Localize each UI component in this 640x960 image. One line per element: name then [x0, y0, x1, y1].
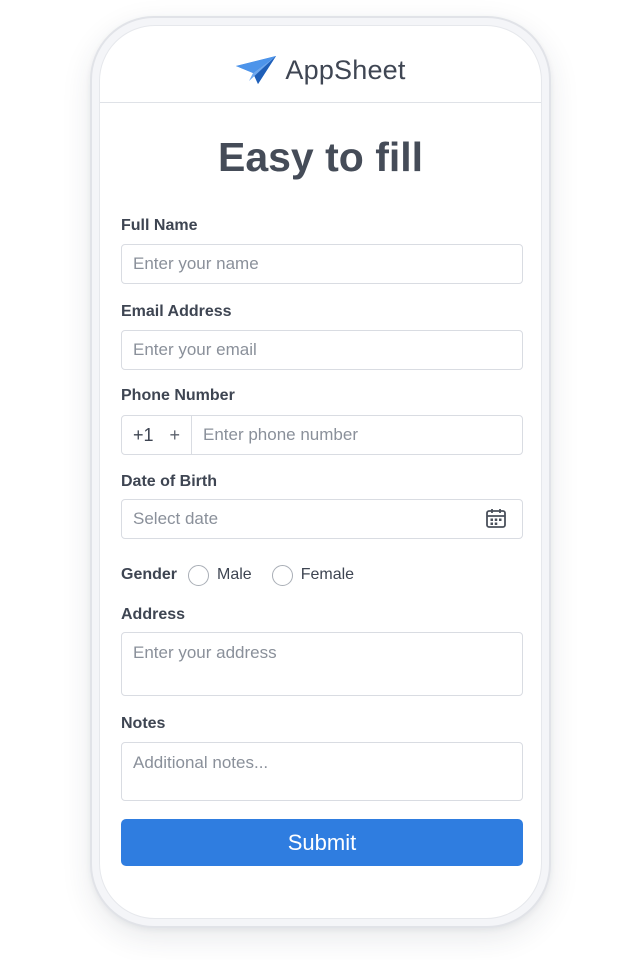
- email-label: Email Address: [121, 303, 232, 320]
- gender-label: Gender: [121, 566, 178, 583]
- gender-female-label[interactable]: Female: [301, 566, 354, 584]
- notes-label: Notes: [121, 715, 166, 732]
- page-title: Easy to fill: [217, 134, 424, 180]
- notes-input[interactable]: [121, 742, 523, 801]
- app-header: AppSheet: [100, 26, 541, 103]
- gender-male-radio[interactable]: [188, 564, 210, 586]
- gender-female-radio[interactable]: [271, 564, 293, 586]
- phone-input[interactable]: [192, 416, 522, 454]
- brand-name: AppSheet: [285, 54, 406, 85]
- dob-input[interactable]: [121, 499, 523, 539]
- country-code-selector[interactable]: +1 +: [122, 416, 192, 454]
- calendar-icon[interactable]: [485, 507, 507, 529]
- dob-label: Date of Birth: [121, 473, 217, 490]
- full-name-input[interactable]: [121, 244, 523, 284]
- email-input[interactable]: [121, 330, 523, 370]
- gender-male-label[interactable]: Male: [217, 566, 252, 584]
- phone-field: +1 +: [121, 415, 523, 455]
- paper-plane-icon: [236, 56, 277, 84]
- address-input[interactable]: [121, 632, 523, 696]
- app-screen: AppSheet Easy to fill Full Name Email Ad…: [99, 25, 542, 919]
- gender-row: Gender Male Female: [121, 563, 374, 587]
- country-code-toggle[interactable]: +: [170, 425, 181, 446]
- address-label: Address: [121, 606, 186, 623]
- phone-label: Phone Number: [121, 387, 235, 404]
- phone-frame: AppSheet Easy to fill Full Name Email Ad…: [90, 16, 551, 928]
- full-name-label: Full Name: [121, 217, 198, 234]
- submit-button[interactable]: Submit: [121, 819, 523, 866]
- dob-field-wrap: [100, 499, 541, 539]
- country-code: +1: [133, 424, 154, 445]
